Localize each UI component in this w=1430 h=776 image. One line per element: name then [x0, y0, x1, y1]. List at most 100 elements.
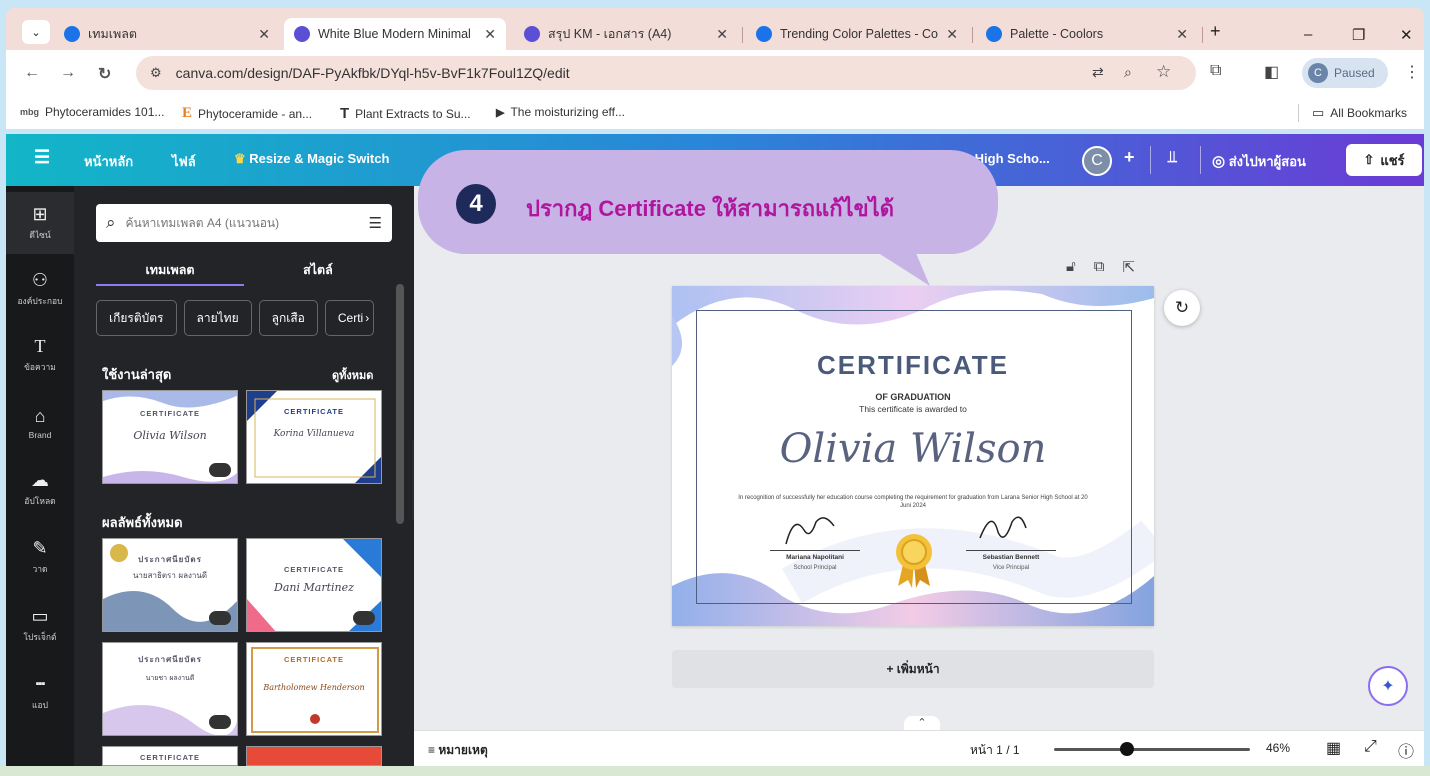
template-thumbnail[interactable]: CERTIFICATE Olivia Wilson [102, 390, 238, 484]
tab-templates[interactable]: เทมเพลต [96, 256, 244, 286]
template-thumbnail[interactable] [246, 746, 382, 766]
template-thumbnail[interactable]: ประกาศนียบัตร นายชา ผลงานดี [102, 642, 238, 736]
browser-tab[interactable]: Trending Color Palettes - Co ✕ [746, 18, 968, 50]
grid-view-icon[interactable]: ▦ [1326, 738, 1341, 758]
page-counter[interactable]: หน้า 1 / 1 [970, 741, 1020, 760]
zoom-slider-track[interactable] [1054, 748, 1250, 751]
close-window-button[interactable]: ✕ [1400, 26, 1413, 44]
forward-icon[interactable]: → [60, 64, 76, 82]
gold-medal-icon[interactable] [892, 532, 936, 588]
browser-tab-active[interactable]: White Blue Modern Minimal ✕ [284, 18, 506, 50]
address-row: ← → ↻ ⚙ canva.com/design/DAF-PyAkfbk/DYq… [6, 50, 1424, 96]
chip-scout[interactable]: ลูกเสือ [258, 300, 318, 336]
rail-item-brand[interactable]: ⌂ Brand [6, 392, 74, 454]
page-toolbar: 🔓︎ ⧉ ⇱ [1066, 258, 1135, 276]
see-all-link[interactable]: ดูทั้งหมด [332, 366, 373, 384]
bookmark-item[interactable]: T Plant Extracts to Su... [340, 105, 471, 122]
menu-kebab-icon[interactable]: ⋮ [1404, 62, 1420, 82]
close-tab-icon[interactable]: ✕ [946, 26, 958, 43]
template-thumbnail[interactable]: CERTIFICATE Bartholomew Henderson [246, 642, 382, 736]
bookmark-divider [1298, 104, 1299, 122]
rail-item-apps[interactable]: ▪▪▪ แอป [6, 662, 74, 724]
add-page-icon[interactable]: ⇱ [1122, 258, 1135, 276]
chip-certificate-th[interactable]: เกียรติบัตร [96, 300, 177, 336]
insights-chart-icon[interactable]: ⫫ [1168, 149, 1177, 167]
lock-icon[interactable]: 🔓︎ [1066, 258, 1076, 276]
left-rail: ⊞ ดีไซน์ ⚇ องค์ประกอบ T ข้อความ ⌂ Brand … [6, 186, 74, 766]
zoom-level[interactable]: 46% [1266, 741, 1290, 755]
bookmark-item[interactable]: E Phytoceramide - an... [182, 105, 312, 122]
fullscreen-icon[interactable]: ⤢ [1364, 738, 1377, 756]
tab-search-dropdown[interactable]: ⌄ [22, 20, 50, 44]
rail-item-design[interactable]: ⊞ ดีไซน์ [6, 192, 74, 254]
certificate-body-text[interactable]: In recognition of successfully her educa… [732, 494, 1094, 510]
new-tab-button[interactable]: + [1210, 21, 1221, 42]
chevron-right-icon[interactable]: › [365, 311, 369, 325]
help-icon[interactable]: ⓘ [1398, 738, 1414, 762]
notes-button[interactable]: ≡ หมายเหตุ [428, 741, 488, 760]
template-thumbnail[interactable]: CERTIFICATE Korina Villanueva [246, 390, 382, 484]
close-tab-icon[interactable]: ✕ [484, 26, 496, 43]
layout-icon: ⊞ [32, 204, 48, 224]
magic-sparkle-icon[interactable]: ✦ [1368, 666, 1408, 706]
resize-magic-switch-button[interactable]: ♛ Resize & Magic Switch [234, 151, 389, 167]
template-thumbnail[interactable]: CERTIFICATE [102, 746, 238, 766]
recipient-name[interactable]: Olivia Wilson [672, 426, 1154, 472]
refresh-icon[interactable]: ↻ [1164, 290, 1200, 326]
file-menu-button[interactable]: ไฟล์ [172, 151, 196, 172]
rail-item-elements[interactable]: ⚇ องค์ประกอบ [6, 258, 74, 320]
translate-icon[interactable]: ⇄ [1092, 64, 1104, 81]
hamburger-menu-icon[interactable]: ☰ [34, 147, 50, 168]
chip-certi[interactable]: Certi › [324, 300, 375, 336]
restore-button[interactable]: ❐ [1352, 26, 1365, 44]
browser-tab[interactable]: เทมเพลต ✕ [54, 18, 280, 50]
panel-scrollbar[interactable] [396, 284, 404, 524]
share-button[interactable]: ⇧ แชร์ [1346, 144, 1422, 176]
certificate-awarded-to[interactable]: This certificate is awarded to [672, 404, 1154, 414]
tab-styles[interactable]: สไตล์ [244, 256, 392, 286]
home-button[interactable]: หน้าหลัก [84, 151, 133, 172]
elements-icon: ⚇ [31, 270, 49, 290]
rail-item-text[interactable]: T ข้อความ [6, 324, 74, 386]
certificate-page[interactable]: CERTIFICATE OF GRADUATION This certifica… [672, 286, 1154, 626]
chip-thai-pattern[interactable]: ลายไทย [183, 300, 252, 336]
close-tab-icon[interactable]: ✕ [1176, 26, 1188, 43]
rail-item-uploads[interactable]: ☁ อัปโหลด [6, 458, 74, 520]
bookmark-item[interactable]: ▶ The moisturizing eff... [496, 105, 625, 119]
template-search-box[interactable]: ⌕ ☰ [96, 204, 392, 242]
back-icon[interactable]: ← [24, 64, 40, 82]
all-bookmarks-button[interactable]: ▭ All Bookmarks [1312, 105, 1407, 121]
template-search-input[interactable] [125, 216, 369, 230]
rail-item-draw[interactable]: ✎ วาด [6, 526, 74, 588]
signature-block-2[interactable]: Sebastian Bennett Vice Principal [966, 550, 1056, 571]
template-thumbnail[interactable]: ประกาศนียบัตร นายสาธิตรา ผลงานดี [102, 538, 238, 632]
rail-item-projects[interactable]: ▭ โปรเจ็กต์ [6, 594, 74, 656]
reload-icon[interactable]: ↻ [98, 64, 111, 84]
filter-icon[interactable]: ☰ [369, 214, 382, 232]
close-tab-icon[interactable]: ✕ [258, 26, 270, 43]
add-collaborator-icon[interactable]: + [1124, 147, 1135, 168]
zoom-icon[interactable]: ⌕ [1124, 64, 1132, 81]
add-page-button[interactable]: + เพิ่มหน้า [672, 650, 1154, 688]
send-to-teacher-button[interactable]: ◎ ส่งไปหาผู้สอน [1212, 151, 1306, 172]
url-text[interactable]: canva.com/design/DAF-PyAkfbk/DYql-h5v-Bv… [176, 65, 570, 81]
close-tab-icon[interactable]: ✕ [716, 26, 728, 43]
signature-block-1[interactable]: Mariana Napolitani School Principal [770, 550, 860, 571]
address-bar[interactable]: ⚙ canva.com/design/DAF-PyAkfbk/DYql-h5v-… [136, 56, 1196, 90]
browser-tab[interactable]: Palette - Coolors ✕ [976, 18, 1198, 50]
zoom-slider-handle[interactable] [1120, 742, 1134, 756]
template-thumbnail[interactable]: CERTIFICATE Dani Martinez [246, 538, 382, 632]
site-settings-icon[interactable]: ⚙ [150, 65, 162, 81]
side-panel-icon[interactable]: ◧ [1264, 62, 1279, 82]
certificate-title[interactable]: CERTIFICATE [672, 350, 1154, 381]
collaborator-avatar[interactable]: C [1082, 146, 1112, 176]
notes-icon: ≡ [428, 743, 436, 757]
extensions-icon[interactable]: ⧉ [1210, 62, 1221, 80]
minimize-button[interactable]: – [1304, 26, 1312, 43]
certificate-subtitle[interactable]: OF GRADUATION [672, 392, 1154, 402]
duplicate-page-icon[interactable]: ⧉ [1094, 258, 1105, 276]
profile-button[interactable]: C Paused [1302, 58, 1388, 88]
bookmark-star-icon[interactable]: ☆ [1156, 62, 1171, 82]
bookmark-item[interactable]: mbg Phytoceramides 101... [20, 105, 164, 119]
browser-tab[interactable]: สรุป KM - เอกสาร (A4) ✕ [514, 18, 738, 50]
